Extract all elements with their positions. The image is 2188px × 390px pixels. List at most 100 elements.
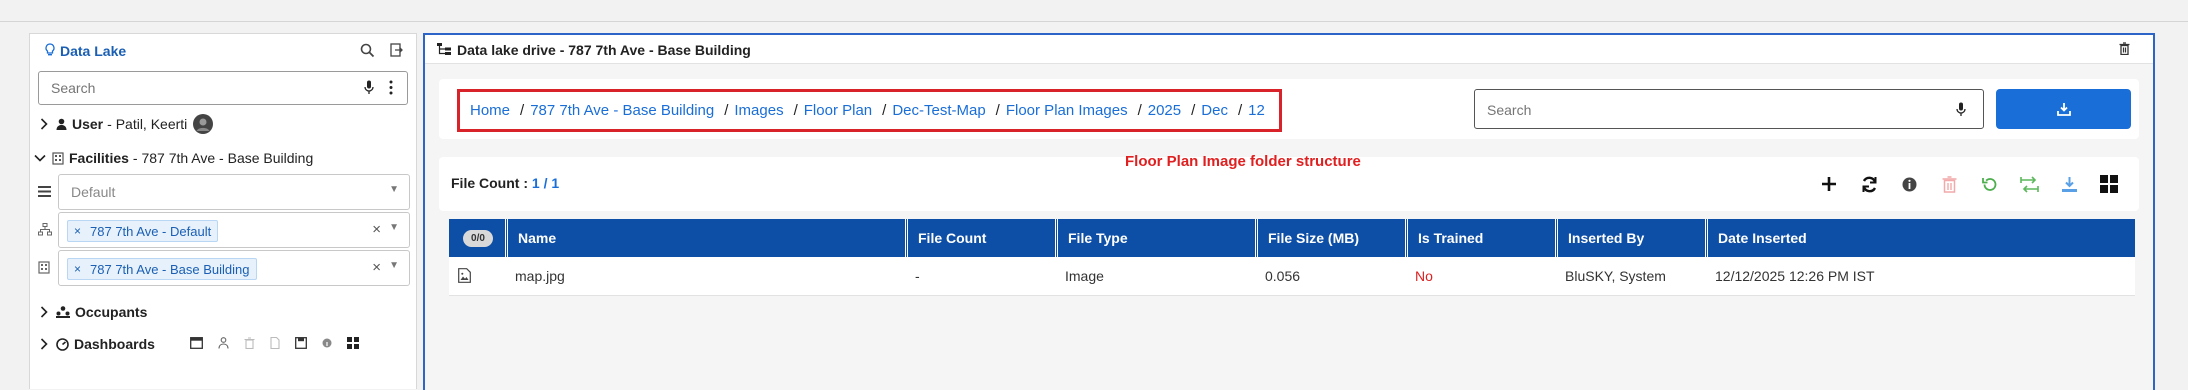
breadcrumb-separator: / <box>1191 102 1196 119</box>
breadcrumb-item[interactable]: Floor Plan Images <box>1006 102 1128 119</box>
folder-tree-icon <box>437 43 451 55</box>
breadcrumb-item[interactable]: Dec <box>1201 102 1228 119</box>
download-icon <box>2057 102 2071 116</box>
column-header-date-inserted[interactable]: Date Inserted <box>1705 219 2135 257</box>
site-select[interactable]: × 787 7th Ave - Default × ▼ <box>58 212 410 248</box>
undo-icon[interactable] <box>1969 171 2009 197</box>
top-bar <box>0 0 2188 22</box>
image-file-icon <box>458 268 471 283</box>
chevron-right-icon[interactable] <box>38 338 50 350</box>
download-icon[interactable] <box>2049 171 2089 197</box>
breadcrumb-item[interactable]: 787 7th Ave - Base Building <box>530 102 714 119</box>
building-chip-label: 787 7th Ave - Base Building <box>90 261 250 277</box>
file-icon[interactable] <box>270 337 280 349</box>
chevron-down-icon[interactable] <box>34 154 46 162</box>
cell-date-inserted: 12/12/2025 12:26 PM IST <box>1715 268 1875 284</box>
refresh-icon[interactable] <box>1849 171 1889 197</box>
default-select[interactable]: Default ▼ <box>58 174 410 210</box>
plus-icon[interactable] <box>1809 171 1849 197</box>
left-search-box <box>38 71 408 105</box>
select-row-building: × 787 7th Ave - Base Building × ▼ <box>30 250 416 286</box>
dashboard-icon <box>56 337 69 351</box>
breadcrumb-separator: / <box>1137 102 1142 119</box>
breadcrumb-separator: / <box>882 102 887 119</box>
column-header-file-count[interactable]: File Count <box>905 219 1055 257</box>
caret-down-icon[interactable]: ▼ <box>389 222 399 233</box>
site-chip[interactable]: × 787 7th Ave - Default <box>67 220 219 242</box>
breadcrumb-card: Home / 787 7th Ave - Base Building / Ima… <box>439 79 2139 139</box>
table-row[interactable]: map.jpg - Image 0.056 No BluSKY, System … <box>449 257 2135 296</box>
mic-icon[interactable] <box>1956 102 1966 117</box>
tree-item-user[interactable]: User - Patil, Keerti <box>38 112 214 136</box>
column-header-inserted-by[interactable]: Inserted By <box>1555 219 1705 257</box>
facilities-label: Facilities <box>69 150 129 166</box>
file-count-label: File Count : <box>451 175 528 191</box>
left-search-input[interactable] <box>49 79 353 97</box>
chevron-right-icon[interactable] <box>38 306 50 318</box>
annotation-text: Floor Plan Image folder structure <box>1125 153 1361 170</box>
breadcrumb-item[interactable]: Home <box>470 102 510 119</box>
occupants-label: Occupants <box>75 304 148 320</box>
building-icon <box>52 151 64 165</box>
breadcrumb-item[interactable]: Images <box>734 102 783 119</box>
info-icon[interactable] <box>322 338 332 348</box>
column-header-file-type[interactable]: File Type <box>1055 219 1255 257</box>
search-icon[interactable] <box>360 43 375 58</box>
tree-item-occupants[interactable]: Occupants <box>38 300 151 324</box>
save-icon[interactable] <box>295 337 307 349</box>
tree-item-facilities[interactable]: Facilities - 787 7th Ave - Base Building <box>34 146 313 170</box>
tree-item-dashboards[interactable]: Dashboards <box>38 332 408 356</box>
mic-icon[interactable] <box>364 80 374 95</box>
selection-count-badge[interactable]: 0/0 <box>463 230 493 247</box>
breadcrumb-item[interactable]: 12 <box>1248 102 1265 119</box>
download-button[interactable] <box>1996 89 2131 129</box>
select-row-default: Default ▼ <box>30 174 416 210</box>
toolbar <box>1809 171 2129 197</box>
user-label: User <box>72 116 104 132</box>
breadcrumb-item[interactable]: 2025 <box>1148 102 1181 119</box>
breadcrumb-separator: / <box>724 102 729 119</box>
breadcrumb-item[interactable]: Dec-Test-Map <box>892 102 985 119</box>
trash-icon[interactable] <box>244 337 255 349</box>
clear-icon[interactable]: × <box>372 259 381 276</box>
clear-icon[interactable]: × <box>372 221 381 238</box>
transfer-icon[interactable] <box>2009 171 2049 197</box>
file-count-value: 1 / 1 <box>531 175 560 191</box>
close-icon[interactable]: × <box>74 224 81 238</box>
people-icon <box>56 306 70 318</box>
column-header-name[interactable]: Name <box>505 219 905 257</box>
left-panel-header: Data Lake <box>30 34 416 66</box>
avatar[interactable] <box>193 114 214 134</box>
folder-tree-icon[interactable] <box>218 337 229 349</box>
breadcrumb-item[interactable]: Floor Plan <box>804 102 872 119</box>
grid-icon[interactable] <box>347 337 359 349</box>
column-header-is-trained[interactable]: Is Trained <box>1405 219 1555 257</box>
bulb-icon <box>44 43 56 57</box>
trash-icon[interactable] <box>2119 42 2130 55</box>
user-name: - Patil, Keerti <box>107 116 188 132</box>
logout-icon[interactable] <box>390 43 403 57</box>
caret-down-icon[interactable]: ▼ <box>389 184 399 195</box>
grid-icon[interactable] <box>2089 171 2129 197</box>
cell-inserted-by: BluSKY, System <box>1565 268 1666 284</box>
trash-icon[interactable] <box>1929 171 1969 197</box>
close-icon[interactable]: × <box>74 262 81 276</box>
breadcrumb: Home / 787 7th Ave - Base Building / Ima… <box>457 89 1282 132</box>
main-search-input[interactable] <box>1485 101 1929 119</box>
main-panel-header: Data lake drive - 787 7th Ave - Base Bui… <box>425 35 2153 64</box>
info-icon[interactable] <box>1889 171 1929 197</box>
window-icon[interactable] <box>190 337 203 349</box>
breadcrumb-separator: / <box>520 102 525 119</box>
left-panel-title: Data Lake <box>60 43 127 59</box>
caret-down-icon[interactable]: ▼ <box>389 260 399 271</box>
file-count: File Count : 1 / 1 <box>451 175 559 191</box>
building-select[interactable]: × 787 7th Ave - Base Building × ▼ <box>58 250 410 286</box>
kebab-menu-icon[interactable] <box>389 80 393 95</box>
column-header-file-size[interactable]: File Size (MB) <box>1255 219 1405 257</box>
building-chip[interactable]: × 787 7th Ave - Base Building <box>67 258 257 280</box>
dashboards-label: Dashboards <box>74 336 155 352</box>
chevron-right-icon[interactable] <box>38 118 50 130</box>
row-icon-cell <box>449 257 505 295</box>
cell-name[interactable]: map.jpg <box>505 257 905 295</box>
select-all-cell[interactable]: 0/0 <box>449 219 505 257</box>
